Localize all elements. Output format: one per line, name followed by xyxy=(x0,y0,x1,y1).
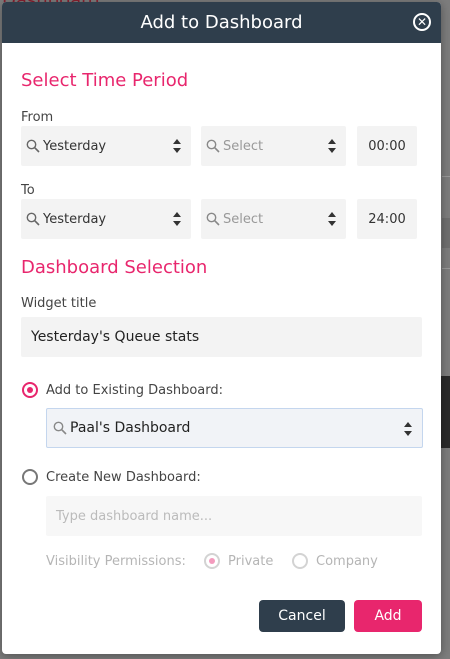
from-time-value: 00:00 xyxy=(368,138,406,154)
to-date-select[interactable]: Yesterday xyxy=(21,199,191,239)
add-button[interactable]: Add xyxy=(354,600,422,632)
new-dashboard-name-input[interactable]: Type dashboard name... xyxy=(46,496,422,536)
to-time-value: 24:00 xyxy=(368,211,406,227)
existing-dashboard-select[interactable]: Paal's Dashboard xyxy=(46,408,423,448)
dashboard-selection-heading: Dashboard Selection xyxy=(21,257,208,278)
close-icon[interactable]: ✕ xyxy=(413,13,431,31)
from-date-select[interactable]: Yesterday xyxy=(21,126,191,166)
cancel-button[interactable]: Cancel xyxy=(259,600,345,632)
search-icon xyxy=(26,139,40,153)
to-date-value: Yesterday xyxy=(43,211,107,227)
to-range-select[interactable]: Select xyxy=(201,199,346,239)
background-panel xyxy=(442,218,450,248)
visibility-company-radio[interactable] xyxy=(292,553,308,569)
background-divider xyxy=(442,268,450,269)
search-icon xyxy=(206,139,220,153)
sort-arrows-icon xyxy=(173,211,181,227)
visibility-label: Visibility Permissions: xyxy=(46,554,186,569)
background-dark-panel xyxy=(440,376,450,448)
create-dashboard-radio[interactable] xyxy=(22,469,38,485)
sort-arrows-icon xyxy=(173,138,181,154)
widget-title-value: Yesterday's Queue stats xyxy=(31,329,200,345)
dialog-title: Add to Dashboard xyxy=(140,12,303,33)
visibility-private-radio[interactable] xyxy=(204,553,220,569)
from-range-select[interactable]: Select xyxy=(201,126,346,166)
from-date-value: Yesterday xyxy=(43,138,107,154)
visibility-company-label: Company xyxy=(316,554,378,569)
existing-dashboard-radio[interactable] xyxy=(22,382,38,398)
dialog-header: Add to Dashboard ✕ xyxy=(2,2,441,43)
existing-dashboard-value: Paal's Dashboard xyxy=(70,420,191,436)
sort-arrows-icon xyxy=(328,211,336,227)
to-range-placeholder: Select xyxy=(223,211,264,227)
from-time-input[interactable]: 00:00 xyxy=(357,126,417,166)
search-icon xyxy=(53,421,67,435)
existing-dashboard-label: Add to Existing Dashboard: xyxy=(46,383,224,398)
search-icon xyxy=(206,212,220,226)
sort-arrows-icon xyxy=(404,421,412,437)
time-period-heading: Select Time Period xyxy=(21,70,189,91)
background-divider xyxy=(442,176,450,177)
from-range-placeholder: Select xyxy=(223,138,264,154)
from-label: From xyxy=(21,110,54,125)
to-label: To xyxy=(21,183,35,198)
visibility-private-label: Private xyxy=(228,554,274,569)
widget-title-label: Widget title xyxy=(21,296,97,311)
sort-arrows-icon xyxy=(328,138,336,154)
create-dashboard-label: Create New Dashboard: xyxy=(46,470,201,485)
widget-title-input[interactable]: Yesterday's Queue stats xyxy=(21,317,422,357)
search-icon xyxy=(26,212,40,226)
add-to-dashboard-dialog: Add to Dashboard ✕ Select Time Period Fr… xyxy=(2,2,441,654)
to-time-input[interactable]: 24:00 xyxy=(357,199,417,239)
new-dashboard-name-placeholder: Type dashboard name... xyxy=(56,508,213,524)
